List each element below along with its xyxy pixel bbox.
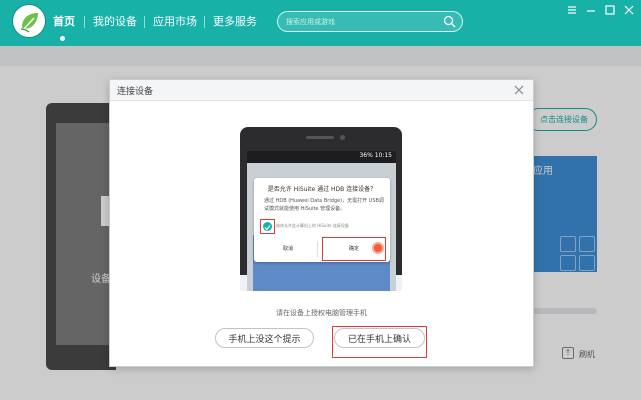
- nav-active-indicator: [60, 36, 65, 41]
- dialog-title: 连接设备: [117, 87, 154, 97]
- search-input[interactable]: [286, 14, 436, 29]
- nav-home[interactable]: 首页: [53, 14, 75, 30]
- nav-my-devices[interactable]: 我的设备: [93, 14, 137, 30]
- prompt-cancel-label: 取消: [259, 241, 318, 257]
- phone-speaker: [306, 136, 334, 139]
- search-icon[interactable]: [443, 15, 456, 31]
- connect-device-dialog: 连接设备 36% 10:15 是否允许 HiSuite 通过 HDB 连接设备？…: [109, 79, 534, 367]
- nav-separator: [144, 16, 145, 28]
- prompt-body: 通过 HDB (Huawei Data Bridge)，无需打开 USB调试模式…: [264, 198, 384, 212]
- tap-indicator-icon: [372, 242, 384, 254]
- nav-more-services[interactable]: 更多服务: [213, 14, 257, 30]
- menu-icon[interactable]: [565, 3, 579, 17]
- minimize-icon[interactable]: [584, 3, 598, 17]
- nav-separator: [204, 16, 205, 28]
- hdb-permission-prompt: 是否允许 HiSuite 通过 HDB 连接设备？ 通过 HDB (Huawei…: [254, 178, 390, 262]
- close-icon[interactable]: [622, 3, 636, 17]
- authorize-instruction: 请在设备上授权电脑管理手机: [276, 309, 367, 317]
- dialog-header: 连接设备: [110, 80, 533, 101]
- phone-status-text: 36% 10:15: [359, 152, 392, 159]
- check-icon: [263, 222, 272, 231]
- confirmed-on-phone-button[interactable]: 已在手机上确认: [334, 328, 425, 348]
- maximize-icon[interactable]: [603, 3, 617, 17]
- top-bar: 首页 我的设备 应用市场 更多服务: [0, 0, 641, 46]
- nav-app-market[interactable]: 应用市场: [153, 14, 197, 30]
- prompt-title: 是否允许 HiSuite 通过 HDB 连接设备？: [267, 186, 377, 193]
- hisuite-leaf-icon[interactable]: [12, 4, 46, 38]
- dialog-close-icon[interactable]: [513, 84, 525, 99]
- phone-camera: [340, 135, 345, 140]
- search-box[interactable]: [277, 11, 463, 32]
- prompt-checkbox-label: 始终允许此计算机上的 HiSuite 连接设备: [276, 223, 349, 228]
- no-prompt-button[interactable]: 手机上没这个提示: [215, 328, 314, 348]
- nav-separator: [84, 16, 85, 28]
- phone-status-bar: 36% 10:15: [247, 151, 396, 163]
